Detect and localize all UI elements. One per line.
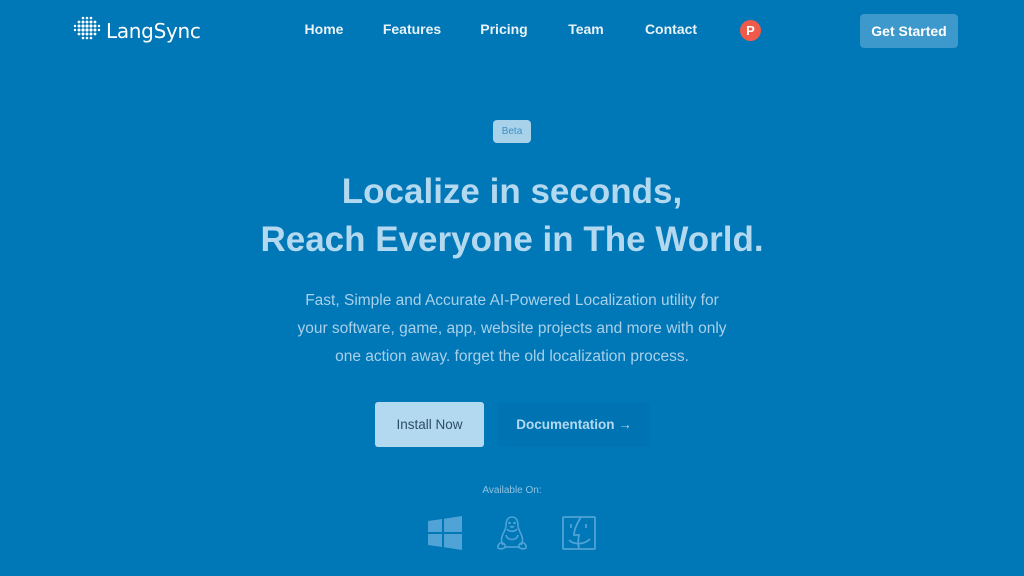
description-line-3: one action away. forget the old localiza…	[335, 348, 689, 365]
nav-link-team[interactable]: Team	[568, 21, 604, 37]
available-on-label: Available On:	[482, 485, 542, 496]
get-started-button[interactable]: Get Started	[860, 14, 958, 48]
headline-line-1: Localize in seconds,	[341, 172, 683, 211]
mac-finder-icon[interactable]	[561, 515, 597, 551]
hero-description: Fast, Simple and Accurate AI-Powered Loc…	[0, 287, 1024, 371]
brand-name: LangSync	[106, 19, 201, 43]
globe-dots-icon	[72, 14, 102, 49]
linux-tux-icon[interactable]	[494, 515, 530, 551]
headline-line-2: Reach Everyone in The World.	[260, 220, 764, 259]
description-line-2: your software, game, app, website projec…	[297, 320, 727, 337]
product-hunt-icon[interactable]: P	[740, 20, 761, 41]
nav-link-contact[interactable]: Contact	[645, 21, 697, 37]
hero-headline: Localize in seconds, Reach Everyone in T…	[0, 168, 1024, 264]
description-line-1: Fast, Simple and Accurate AI-Powered Loc…	[305, 292, 719, 309]
nav-link-pricing[interactable]: Pricing	[480, 21, 527, 37]
brand-logo[interactable]: LangSync	[72, 16, 201, 46]
beta-badge: Beta	[493, 120, 531, 143]
windows-icon[interactable]	[427, 515, 463, 551]
nav-link-features[interactable]: Features	[383, 21, 441, 37]
top-navbar: LangSync Home Features Pricing Team Cont…	[0, 0, 1024, 60]
nav-link-home[interactable]: Home	[305, 21, 344, 37]
documentation-button[interactable]: Documentation →	[498, 402, 650, 447]
install-now-button[interactable]: Install Now	[375, 402, 484, 447]
